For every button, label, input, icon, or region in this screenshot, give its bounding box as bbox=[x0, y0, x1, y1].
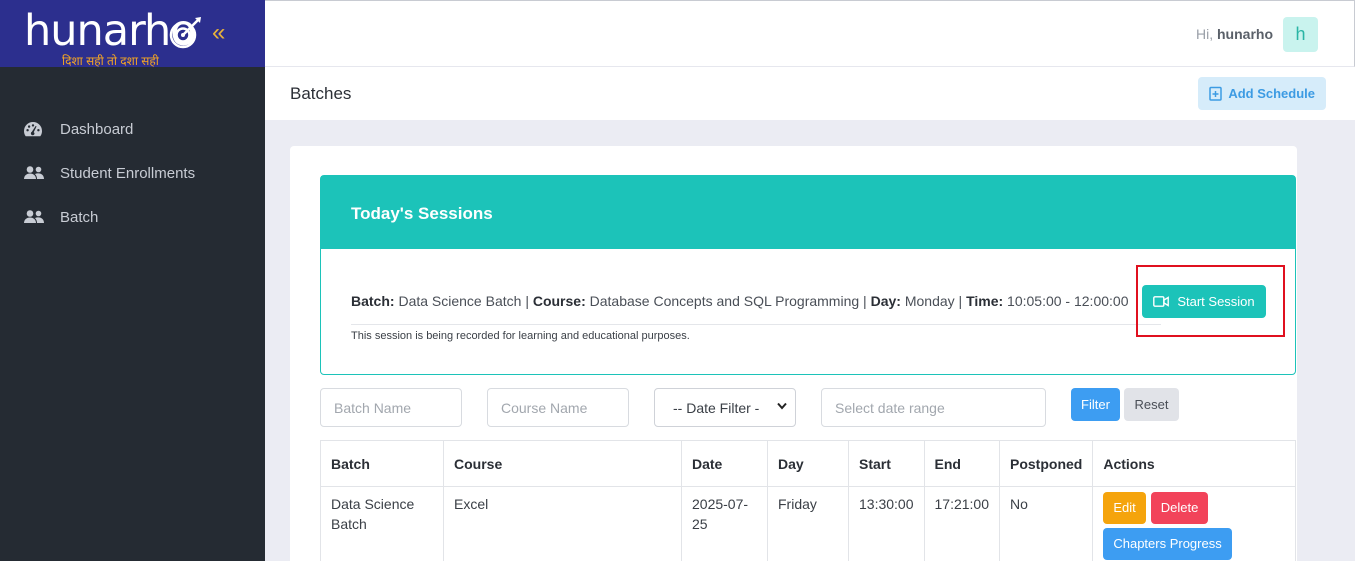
sidebar-item-label: Batch bbox=[60, 208, 99, 226]
greeting-text: Hi, bbox=[1195, 26, 1214, 42]
cell-batch: Data Science Batch bbox=[320, 486, 444, 561]
target-logo-icon bbox=[169, 17, 201, 49]
sidebar: hunarho « दिशा सही तो दशा सही Dashboard … bbox=[0, 0, 265, 561]
column-header: Date bbox=[681, 440, 768, 487]
session-divider bbox=[351, 324, 1161, 325]
table-row: Data Science Batch Excel 2025-07-25 Frid… bbox=[320, 486, 1296, 561]
date-range-input[interactable] bbox=[821, 388, 1046, 427]
session-course: Database Concepts and SQL Programming bbox=[589, 293, 860, 309]
users-icon bbox=[24, 165, 46, 181]
cell-date-text: 2025-07-25 bbox=[692, 496, 749, 532]
topbar: Hi, hunarho h bbox=[265, 0, 1355, 67]
day-label: Day: bbox=[870, 293, 901, 309]
separator: | bbox=[525, 293, 529, 309]
recording-note: This session is being recorded for learn… bbox=[351, 330, 690, 342]
course-label: Course: bbox=[532, 293, 586, 309]
column-header: End bbox=[923, 440, 1000, 487]
delete-button[interactable]: Delete bbox=[1150, 492, 1209, 524]
cell-postponed: No bbox=[998, 486, 1094, 561]
batches-table: Batch Course Date Day Start End Postpone… bbox=[320, 440, 1296, 561]
session-details: Batch: Data Science Batch | Course: Data… bbox=[351, 293, 1128, 309]
cell-course: Excel bbox=[443, 486, 682, 561]
add-schedule-button[interactable]: Add Schedule bbox=[1198, 77, 1326, 110]
sidebar-item-label: Dashboard bbox=[60, 120, 134, 138]
filter-button[interactable]: Filter bbox=[1071, 388, 1120, 421]
sessions-title: Today's Sessions bbox=[321, 176, 1295, 249]
date-filter-value: -- Date Filter - bbox=[673, 399, 760, 416]
batch-name-input[interactable] bbox=[320, 388, 462, 427]
dashboard-icon bbox=[24, 121, 46, 137]
avatar[interactable]: h bbox=[1283, 17, 1318, 52]
reset-button[interactable]: Reset bbox=[1124, 388, 1179, 421]
cell-start: 13:30:00 bbox=[848, 486, 925, 561]
column-header: Course bbox=[443, 440, 682, 487]
users-icon bbox=[24, 209, 46, 225]
chevron-down-icon bbox=[777, 402, 787, 410]
column-header: Actions bbox=[1092, 440, 1296, 487]
row-actions: Edit Delete Chapters Progress bbox=[1103, 492, 1243, 560]
add-schedule-label: Add Schedule bbox=[1228, 86, 1315, 101]
column-header: Start bbox=[848, 440, 925, 487]
table-header-row: Batch Course Date Day Start End Postpone… bbox=[320, 440, 1296, 487]
page-title: Batches bbox=[290, 84, 352, 103]
column-header: Batch bbox=[320, 440, 444, 487]
sidebar-item-dashboard[interactable]: Dashboard bbox=[0, 107, 265, 151]
separator: | bbox=[958, 293, 963, 309]
video-camera-icon bbox=[1153, 296, 1170, 307]
calendar-plus-icon bbox=[1209, 86, 1223, 101]
sidebar-nav: Dashboard Student Enrollments Batch bbox=[0, 67, 265, 239]
cell-end: 17:21:00 bbox=[923, 486, 1000, 561]
date-filter-select[interactable]: -- Date Filter - bbox=[654, 388, 796, 427]
session-batch: Data Science Batch bbox=[398, 293, 522, 309]
column-header: Day bbox=[767, 440, 849, 487]
time-label: Time: bbox=[966, 293, 1004, 309]
cell-day: Friday bbox=[767, 486, 849, 561]
batch-label: Batch: bbox=[351, 293, 395, 309]
page-header: Batches Add Schedule bbox=[265, 67, 1355, 120]
sidebar-item-label: Student Enrollments bbox=[60, 164, 196, 182]
session-time: 10:05:00 - 12:00:00 bbox=[1007, 293, 1129, 309]
brand-header: hunarho « दिशा सही तो दशा सही bbox=[0, 0, 265, 68]
start-session-label: Start Session bbox=[1177, 294, 1255, 309]
username: hunarho bbox=[1217, 26, 1273, 42]
cell-actions: Edit Delete Chapters Progress bbox=[1092, 486, 1296, 561]
session-day: Monday bbox=[904, 293, 955, 309]
separator: | bbox=[863, 293, 867, 309]
sidebar-item-batch[interactable]: Batch bbox=[0, 195, 265, 239]
brand-tagline: दिशा सही तो दशा सही bbox=[62, 54, 159, 68]
chapters-progress-button[interactable]: Chapters Progress bbox=[1103, 528, 1232, 560]
start-session-button[interactable]: Start Session bbox=[1142, 285, 1266, 318]
edit-button[interactable]: Edit bbox=[1103, 492, 1146, 524]
cell-date: 2025-07-25 bbox=[681, 486, 768, 561]
collapse-sidebar-icon[interactable]: « bbox=[212, 20, 225, 46]
column-header: Postponed bbox=[998, 440, 1094, 487]
user-greeting: Hi, hunarho bbox=[1196, 26, 1273, 42]
course-name-input[interactable] bbox=[487, 388, 629, 427]
sidebar-item-student-enrollments[interactable]: Student Enrollments bbox=[0, 151, 265, 195]
